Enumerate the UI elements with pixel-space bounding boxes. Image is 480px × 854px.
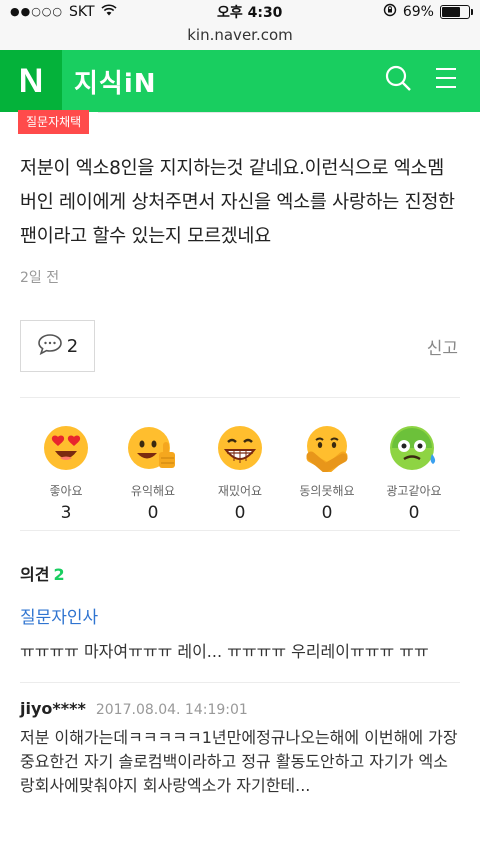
signal-strength: ●●○○○	[10, 5, 63, 18]
sick-face-icon	[390, 426, 436, 470]
heart-eyes-face-icon	[44, 426, 88, 470]
battery-icon	[439, 4, 473, 19]
menu-icon[interactable]	[434, 66, 458, 94]
battery-percent: 69%	[402, 3, 434, 20]
answer-content: 질문자채택 저분이 엑소8인을 지지하는것 같네요.이런식으로 엑소멤버인 레이…	[0, 110, 480, 798]
opinions-count: 2	[53, 565, 65, 584]
search-icon[interactable]	[384, 64, 412, 96]
thumbs-up-face-icon	[128, 427, 175, 469]
divider	[20, 682, 460, 683]
grinning-face-icon	[218, 426, 262, 470]
comment-count: 2	[66, 335, 79, 357]
action-row: 2 신고	[20, 320, 460, 372]
wifi-icon	[100, 3, 117, 20]
asker-chosen-badge: 질문자채택	[18, 110, 90, 134]
reaction-funny[interactable]: 재밌어요 0	[200, 424, 280, 530]
comment-date: 2017.08.04. 14:19:01	[95, 702, 248, 718]
comment-header: jiyo**** 2017.08.04. 14:19:01	[20, 699, 460, 718]
reaction-like[interactable]: 좋아요 3	[26, 424, 106, 530]
service-title[interactable]: 지식iN	[74, 63, 157, 100]
asker-comment-author[interactable]: 질문자인사	[20, 603, 460, 628]
comment-text[interactable]: 저분 이해가는데ㅋㅋㅋㅋㅋ1년만에정규나오는해에 이번해에 가장중요한건 자기 …	[20, 726, 460, 798]
status-bar: ●●○○○ SKT 오후 4:30 69%	[0, 0, 480, 23]
address-bar[interactable]: kin.naver.com	[0, 23, 480, 50]
speech-bubble-icon	[37, 333, 63, 360]
emotion-reactions: 좋아요 3 유익해요 0 재밌어요 0 동의못해요 0 광고같아요 0	[20, 398, 460, 530]
reaction-ad[interactable]: 광고같아요 0	[374, 424, 454, 530]
divider	[98, 112, 460, 113]
asker-comment-text: ㅠㅠㅠㅠ 마자여ㅠㅠㅠ 레이... ㅠㅠㅠㅠ 우리레이ㅠㅠㅠ ㅠㅠ	[20, 642, 429, 661]
rotation-lock-icon	[383, 3, 397, 21]
post-time: 2일 전	[20, 270, 60, 286]
report-link[interactable]: 신고	[427, 334, 458, 359]
carrier-name: SKT	[69, 3, 95, 20]
clock: 오후 4:30	[216, 4, 283, 21]
reaction-useful[interactable]: 유익해요 0	[113, 424, 193, 530]
comment-button[interactable]: 2	[20, 320, 95, 372]
reaction-disagree[interactable]: 동의못해요 0	[287, 424, 367, 530]
crossed-arms-face-icon	[306, 426, 348, 472]
comment-author[interactable]: jiyo****	[20, 699, 86, 718]
app-header: N 지식iN	[0, 50, 480, 112]
naver-logo[interactable]: N	[0, 50, 62, 112]
opinions-heading: 의견 2	[20, 565, 65, 584]
divider	[20, 530, 460, 531]
